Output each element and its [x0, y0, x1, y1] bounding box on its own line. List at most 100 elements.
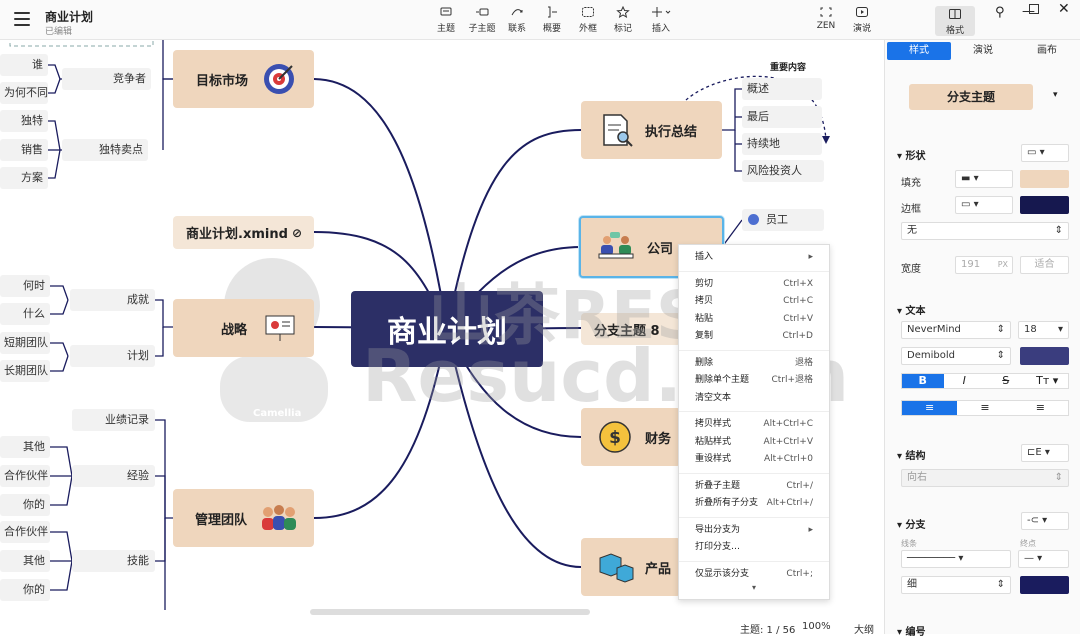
horizontal-scrollbar[interactable]: [310, 609, 590, 615]
end-style-select[interactable]: — ▾: [1018, 550, 1069, 568]
close-icon[interactable]: ✕: [1058, 1, 1070, 17]
leaf-why-different[interactable]: 为何不同: [0, 82, 48, 104]
leaf-what[interactable]: 什么: [0, 303, 50, 325]
node-management-team[interactable]: 管理团队: [173, 489, 314, 547]
leaf-continuously[interactable]: 持续地: [742, 133, 822, 155]
leaf-when[interactable]: 何时: [0, 275, 50, 297]
style-dropdown-icon[interactable]: ▾: [1053, 90, 1058, 100]
shape-select[interactable]: ▭ ▾: [1021, 144, 1069, 162]
leaf-partner[interactable]: 合作伙伴: [0, 465, 50, 487]
leaf-vc[interactable]: 风险投资人: [742, 160, 824, 182]
italic-button[interactable]: I: [944, 374, 986, 388]
branch-color-swatch[interactable]: [1020, 576, 1069, 594]
text-color-swatch[interactable]: [1020, 347, 1069, 365]
width-fit-button[interactable]: 适合: [1020, 256, 1069, 274]
leaf-partner-2[interactable]: 合作伙伴: [0, 521, 50, 543]
context-menu-item[interactable]: 清空文本: [679, 390, 829, 408]
border-type-select[interactable]: ▭ ▾: [955, 196, 1013, 214]
strike-button[interactable]: S: [985, 374, 1027, 388]
border-style-select[interactable]: 无 ⇕: [901, 222, 1069, 240]
text-case-button[interactable]: Tт ▾: [1027, 374, 1069, 388]
structure-direction-select[interactable]: 向右 ⇕: [901, 469, 1069, 487]
font-select[interactable]: NeverMind ⇕: [901, 321, 1011, 339]
insert-button[interactable]: 插入: [641, 6, 681, 34]
width-input[interactable]: 191 PX: [955, 256, 1013, 274]
context-menu-item[interactable]: 拷贝 Ctrl+C: [679, 293, 829, 311]
subtopic-experience[interactable]: 经验: [72, 465, 155, 487]
leaf-yours-2[interactable]: 你的: [0, 579, 50, 601]
context-menu-item[interactable]: 仅显示该分支 Ctrl+;: [679, 566, 829, 584]
zen-button[interactable]: ZEN: [806, 6, 846, 31]
context-menu-item[interactable]: 删除单个主题 Ctrl+退格: [679, 372, 829, 390]
relation-button[interactable]: 联系: [497, 6, 537, 34]
context-menu-item[interactable]: 粘贴 Ctrl+V: [679, 311, 829, 329]
leaf-overview[interactable]: 概述: [742, 78, 822, 100]
leaf-employees[interactable]: 员工: [742, 209, 824, 231]
structure-section-title[interactable]: ▾ 结构: [897, 447, 926, 462]
leaf-other-2[interactable]: 其他: [0, 550, 50, 572]
subtopic-usp[interactable]: 独特卖点: [62, 139, 148, 161]
context-menu-item[interactable]: 复制 Ctrl+D: [679, 328, 829, 346]
subtopic-achievement[interactable]: 成就: [70, 289, 155, 311]
branch-section-title[interactable]: ▾ 分支: [897, 516, 926, 531]
boundary-button[interactable]: 外框: [568, 6, 608, 34]
align-center-button[interactable]: ≡: [957, 401, 1012, 415]
node-target-market[interactable]: 目标市场: [173, 50, 314, 108]
marker-button[interactable]: 标记: [603, 6, 643, 34]
fill-type-select[interactable]: ▬ ▾: [955, 170, 1013, 188]
tab-present[interactable]: 演说: [951, 42, 1015, 60]
structure-select[interactable]: ⊏E ▾: [1021, 444, 1069, 462]
branch-style-select[interactable]: -⊂ ▾: [1021, 512, 1069, 530]
line-thickness-select[interactable]: 细 ⇕: [901, 576, 1011, 594]
zoom-level[interactable]: 100%: [802, 621, 831, 632]
node-product[interactable]: 产品: [581, 538, 681, 596]
context-menu-item[interactable]: 重设样式 Alt+Ctrl+0: [679, 451, 829, 469]
leaf-yours[interactable]: 你的: [0, 494, 50, 516]
leaf-short-team[interactable]: 短期团队: [0, 332, 50, 354]
style-preview[interactable]: 分支主题: [909, 84, 1033, 110]
line-style-select[interactable]: ──────── ▾: [901, 550, 1011, 568]
text-section-title[interactable]: ▾ 文本: [897, 302, 926, 317]
leaf-who[interactable]: 谁: [0, 54, 48, 76]
context-menu-item[interactable]: 粘贴样式 Alt+Ctrl+V: [679, 434, 829, 452]
callout-important[interactable]: 重要内容: [770, 60, 806, 73]
topic-button[interactable]: 主题: [426, 6, 466, 34]
context-menu-item[interactable]: 删除 退格: [679, 355, 829, 373]
subtopic-competitors[interactable]: 竞争者: [62, 68, 151, 90]
context-menu-item[interactable]: 导出分支为 ▸: [679, 522, 829, 540]
subtopic-skills[interactable]: 技能: [72, 550, 155, 572]
present-button[interactable]: 演说: [842, 6, 882, 34]
node-executive-summary[interactable]: 执行总结: [581, 101, 722, 159]
maximize-icon[interactable]: [1029, 4, 1039, 14]
menu-more-icon[interactable]: ▾: [679, 583, 829, 592]
border-color-swatch[interactable]: [1020, 196, 1069, 214]
leaf-long-team[interactable]: 长期团队: [0, 360, 50, 382]
leaf-unique[interactable]: 独特: [0, 110, 48, 132]
context-menu-item[interactable]: 打印分支…: [679, 539, 829, 557]
subtopic-button[interactable]: 子主题: [462, 6, 502, 34]
node-strategy[interactable]: 战略: [173, 299, 314, 357]
context-menu-item[interactable]: 插入 ▸: [679, 249, 829, 267]
font-weight-select[interactable]: Demibold ⇕: [901, 347, 1011, 365]
context-menu-item[interactable]: 剪切 Ctrl+X: [679, 276, 829, 294]
subtopic-track-record[interactable]: 业绩记录: [72, 409, 155, 431]
tab-canvas[interactable]: 画布: [1015, 42, 1079, 60]
node-xmind-file[interactable]: 商业计划.xmind ⊘: [173, 216, 314, 249]
pin-icon[interactable]: ⚲: [995, 5, 1005, 20]
summary-button[interactable]: 概要: [532, 6, 572, 34]
format-button[interactable]: 格式: [935, 6, 975, 36]
context-menu-item[interactable]: 拷贝样式 Alt+Ctrl+C: [679, 416, 829, 434]
leaf-other[interactable]: 其他: [0, 436, 50, 458]
context-menu-item[interactable]: 折叠所有子分支 Alt+Ctrl+/: [679, 495, 829, 513]
leaf-finally[interactable]: 最后: [742, 106, 822, 128]
align-right-button[interactable]: ≡: [1013, 401, 1068, 415]
shape-section-title[interactable]: ▾ 形状: [897, 147, 926, 162]
hamburger-menu-icon[interactable]: [14, 12, 30, 26]
numbering-section-title[interactable]: ▾ 编号: [897, 623, 926, 638]
tab-style[interactable]: 样式: [887, 42, 951, 60]
fill-color-swatch[interactable]: [1020, 170, 1069, 188]
context-menu-item[interactable]: 折叠子主题 Ctrl+/: [679, 478, 829, 496]
leaf-sales[interactable]: 销售: [0, 139, 48, 161]
font-size-select[interactable]: 18 ▾: [1018, 321, 1069, 339]
subtopic-plan[interactable]: 计划: [70, 345, 155, 367]
